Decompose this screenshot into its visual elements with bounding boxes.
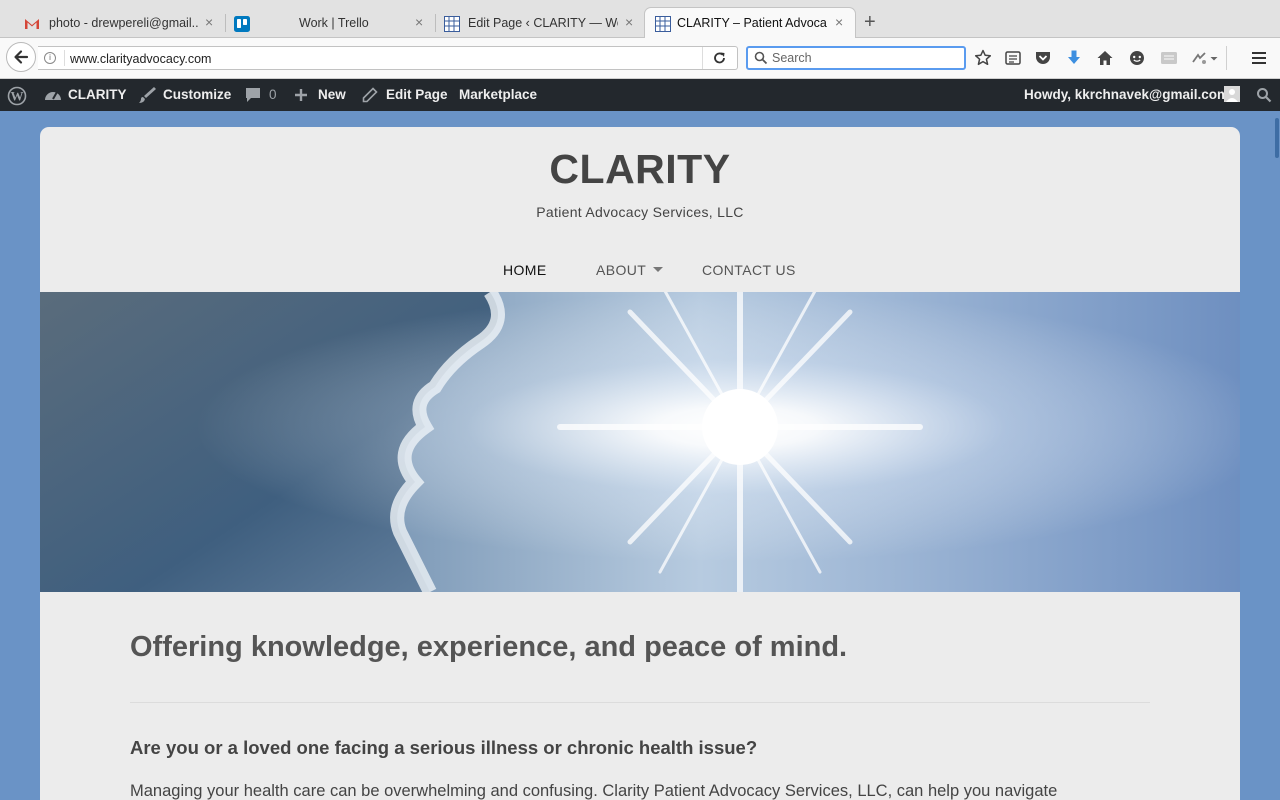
admin-comments-count[interactable]: 0 bbox=[269, 87, 277, 102]
close-icon[interactable]: × bbox=[835, 14, 843, 30]
search-icon bbox=[754, 51, 768, 65]
divider bbox=[130, 702, 1150, 703]
chevron-down-icon[interactable] bbox=[653, 267, 663, 272]
chat-icon[interactable] bbox=[1128, 49, 1146, 67]
css-extension-icon[interactable] bbox=[1160, 49, 1178, 67]
info-icon[interactable]: i bbox=[44, 52, 56, 64]
comment-icon bbox=[246, 88, 260, 102]
gmail-icon bbox=[25, 19, 39, 29]
tab-title: Work | Trello bbox=[299, 16, 369, 30]
hero-image bbox=[40, 292, 1240, 592]
search-placeholder: Search bbox=[772, 51, 812, 65]
url-bar[interactable]: i www.clarityadvocacy.com bbox=[38, 46, 738, 70]
brush-icon bbox=[139, 87, 156, 103]
tab-title: CLARITY – Patient Advocac... bbox=[677, 16, 827, 30]
hamburger-menu-icon[interactable] bbox=[1250, 49, 1268, 67]
page-heading: Offering knowledge, experience, and peac… bbox=[130, 631, 848, 663]
svg-text:W: W bbox=[11, 89, 24, 104]
admin-marketplace[interactable]: Marketplace bbox=[459, 87, 537, 102]
site-icon bbox=[444, 16, 460, 32]
divider bbox=[1226, 46, 1227, 70]
sky-sun-image bbox=[40, 292, 1240, 592]
pocket-icon[interactable] bbox=[1034, 49, 1052, 67]
tab-clarity-active[interactable]: CLARITY – Patient Advocac... × bbox=[644, 7, 856, 39]
bookmark-star-icon[interactable] bbox=[974, 49, 992, 67]
download-icon[interactable] bbox=[1065, 49, 1083, 67]
home-icon[interactable] bbox=[1096, 49, 1114, 67]
admin-new[interactable]: New bbox=[318, 87, 346, 102]
menu-item-home[interactable]: HOME bbox=[503, 262, 547, 278]
trello-icon bbox=[234, 16, 250, 32]
chevron-down-icon[interactable] bbox=[1208, 49, 1220, 67]
close-icon[interactable]: × bbox=[415, 14, 423, 30]
admin-site-name[interactable]: CLARITY bbox=[68, 87, 127, 102]
site-tagline: Patient Advocacy Services, LLC bbox=[536, 204, 744, 220]
site-icon bbox=[655, 16, 671, 32]
close-icon[interactable]: × bbox=[205, 14, 213, 30]
tab-title: photo - drewpereli@gmail.... bbox=[49, 16, 199, 30]
dashboard-icon bbox=[45, 91, 61, 100]
tab-trello[interactable]: Work | Trello × bbox=[226, 8, 436, 38]
divider bbox=[64, 50, 65, 66]
url-text[interactable]: www.clarityadvocacy.com bbox=[70, 52, 211, 66]
section-heading: Are you or a loved one facing a serious … bbox=[130, 737, 758, 758]
scrollbar-thumb[interactable] bbox=[1275, 118, 1279, 158]
user-avatar-icon bbox=[1224, 86, 1240, 102]
wordpress-logo-icon[interactable]: W bbox=[7, 86, 27, 106]
new-tab-button[interactable]: + bbox=[864, 12, 876, 32]
intro-paragraph: Managing your health care can be overwhe… bbox=[130, 782, 1058, 800]
extension-icon[interactable] bbox=[1190, 49, 1208, 67]
site-container: CLARITY Patient Advocacy Services, LLC H… bbox=[40, 127, 1240, 800]
menu-item-contact[interactable]: CONTACT US bbox=[702, 262, 796, 278]
back-button[interactable] bbox=[6, 42, 36, 72]
admin-edit-page[interactable]: Edit Page bbox=[386, 87, 448, 102]
menu-item-about[interactable]: ABOUT bbox=[596, 262, 646, 278]
avatar[interactable] bbox=[1224, 86, 1240, 102]
navigation-toolbar: i www.clarityadvocacy.com Search bbox=[0, 38, 1280, 79]
reading-list-icon[interactable] bbox=[1004, 49, 1022, 67]
admin-howdy[interactable]: Howdy, kkrchnavek@gmail.com bbox=[1024, 87, 1229, 102]
search-input[interactable]: Search bbox=[746, 46, 966, 70]
close-icon[interactable]: × bbox=[625, 14, 633, 30]
search-icon[interactable] bbox=[1256, 87, 1272, 103]
tab-gmail[interactable]: photo - drewpereli@gmail.... × bbox=[0, 8, 226, 38]
tab-edit-page[interactable]: Edit Page ‹ CLARITY — Wo... × bbox=[436, 8, 646, 38]
scrollbar-track[interactable] bbox=[1270, 111, 1280, 800]
tab-title: Edit Page ‹ CLARITY — Wo... bbox=[468, 16, 618, 30]
plus-icon bbox=[295, 89, 307, 101]
tab-strip: photo - drewpereli@gmail.... × Work | Tr… bbox=[0, 0, 1280, 39]
wp-admin-bar: W CLARITY Customize 0 New Edit Page Mark… bbox=[0, 79, 1280, 111]
reload-icon bbox=[714, 52, 725, 64]
admin-customize[interactable]: Customize bbox=[163, 87, 231, 102]
site-title[interactable]: CLARITY bbox=[40, 146, 1240, 193]
pencil-icon bbox=[362, 87, 378, 103]
reload-button[interactable] bbox=[702, 47, 737, 69]
back-arrow-icon bbox=[14, 50, 29, 64]
